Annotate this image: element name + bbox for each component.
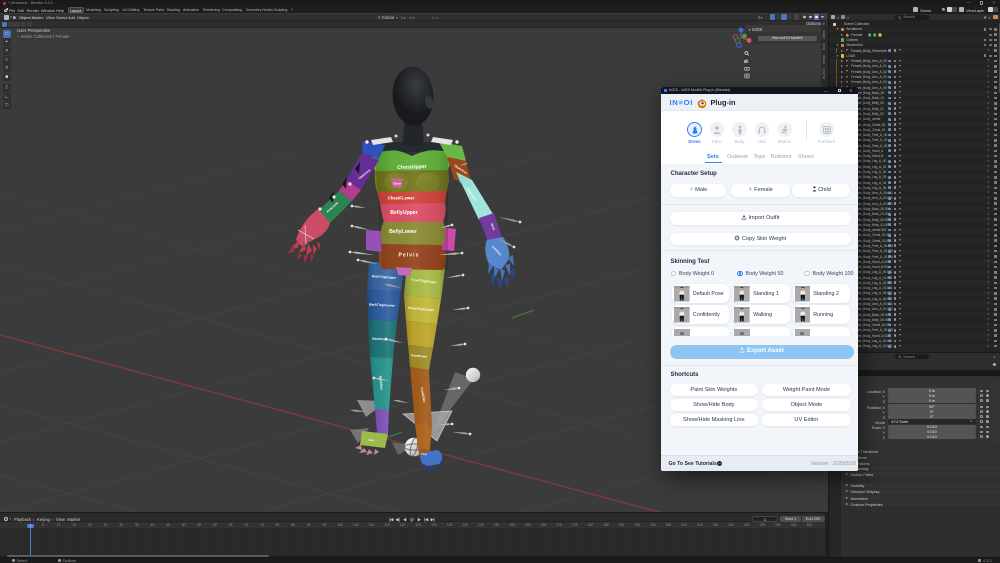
svg-text:BellyLower: BellyLower [389,229,417,235]
svg-text:BellyUpper: BellyUpper [390,210,417,216]
svg-text:Pelvis: Pelvis [398,253,419,259]
svg-text:Foot: Foot [421,452,427,456]
svg-text:ChestFLower: ChestFLower [388,196,415,201]
svg-text:BackKnee: BackKnee [372,337,388,342]
svg-text:Foot: Foot [368,438,374,442]
svg-text:ChestUpper: ChestUpper [397,164,427,171]
svg-text:Chest: Chest [393,182,401,186]
